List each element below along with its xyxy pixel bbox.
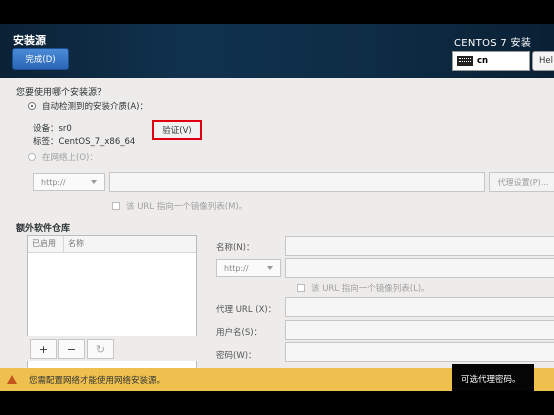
repo-list-header: 已启用 名称 <box>28 236 196 253</box>
protocol-value: http:// <box>41 177 66 187</box>
url-input[interactable] <box>109 172 485 192</box>
password-input[interactable] <box>285 342 554 362</box>
username-input[interactable] <box>285 320 554 340</box>
keyboard-icon <box>457 56 473 66</box>
keyboard-layout-indicator[interactable]: cn <box>452 51 530 71</box>
device-label: 设备：sr0 <box>33 124 72 134</box>
chevron-down-icon <box>267 266 273 270</box>
done-button[interactable]: 完成(D) <box>12 48 69 70</box>
keyboard-layout-label: cn <box>477 56 489 66</box>
proxy-url-input[interactable] <box>285 297 554 317</box>
page-title: 安装源 <box>13 34 46 47</box>
repo-protocol-value: http:// <box>224 263 249 273</box>
repo-url-input[interactable] <box>285 258 554 278</box>
password-label: 密码(W)： <box>216 351 257 361</box>
header-bar: 安装源 完成(D) CENTOS 7 安装 cn Hel <box>0 24 554 78</box>
repo-protocol-dropdown[interactable]: http:// <box>216 259 281 277</box>
column-name: 名称 <box>68 239 84 248</box>
username-label: 用户名(S)： <box>216 328 263 338</box>
auto-detect-radio[interactable] <box>28 102 36 110</box>
mirror-list-label: 该 URL 指向一个镜像列表(M)。 <box>126 202 248 212</box>
product-title: CENTOS 7 安装 <box>454 38 532 49</box>
repo-mirror-checkbox[interactable] <box>297 284 305 292</box>
repo-toolbar: + − ↻ <box>27 336 197 361</box>
protocol-dropdown[interactable]: http:// <box>33 173 105 191</box>
verify-button[interactable]: 验证(V) <box>152 120 202 140</box>
volume-label: 标签：CentOS_7_x86_64 <box>33 137 136 147</box>
remove-repo-button[interactable]: − <box>58 339 85 359</box>
repo-mirror-label: 该 URL 指向一个镜像列表(L)。 <box>311 284 430 294</box>
repo-name-input[interactable] <box>285 236 554 256</box>
network-radio[interactable] <box>28 153 36 161</box>
repos-section-title: 额外软件仓库 <box>16 224 71 234</box>
password-tooltip: 可选代理密码。 <box>452 364 534 393</box>
proxy-url-label: 代理 URL (X)： <box>216 305 277 315</box>
top-black-bar <box>0 0 554 24</box>
repo-list[interactable]: 已启用 名称 <box>27 235 197 389</box>
column-enabled: 已启用 <box>32 239 56 248</box>
column-divider <box>63 236 64 252</box>
add-repo-button[interactable]: + <box>30 339 57 359</box>
mirror-list-checkbox[interactable] <box>112 202 120 210</box>
bottom-black-bar <box>0 391 554 415</box>
help-button[interactable]: Hel <box>532 51 554 71</box>
refresh-repo-button[interactable]: ↻ <box>87 339 114 359</box>
proxy-settings-button[interactable]: 代理设置(P)... <box>489 172 554 192</box>
chevron-down-icon <box>91 180 97 184</box>
warning-icon <box>7 375 17 384</box>
auto-detect-label: 自动检测到的安装介质(A)： <box>42 102 148 112</box>
main-content: 您要使用哪个安装源？ 自动检测到的安装介质(A)： 设备：sr0 标签：Cent… <box>0 78 554 389</box>
source-question: 您要使用哪个安装源？ <box>16 88 107 98</box>
network-label: 在网络上(O)： <box>42 153 98 163</box>
warning-text: 您需配置网络才能使用网络安装源。 <box>29 376 166 386</box>
repo-name-label: 名称(N)： <box>216 243 255 253</box>
